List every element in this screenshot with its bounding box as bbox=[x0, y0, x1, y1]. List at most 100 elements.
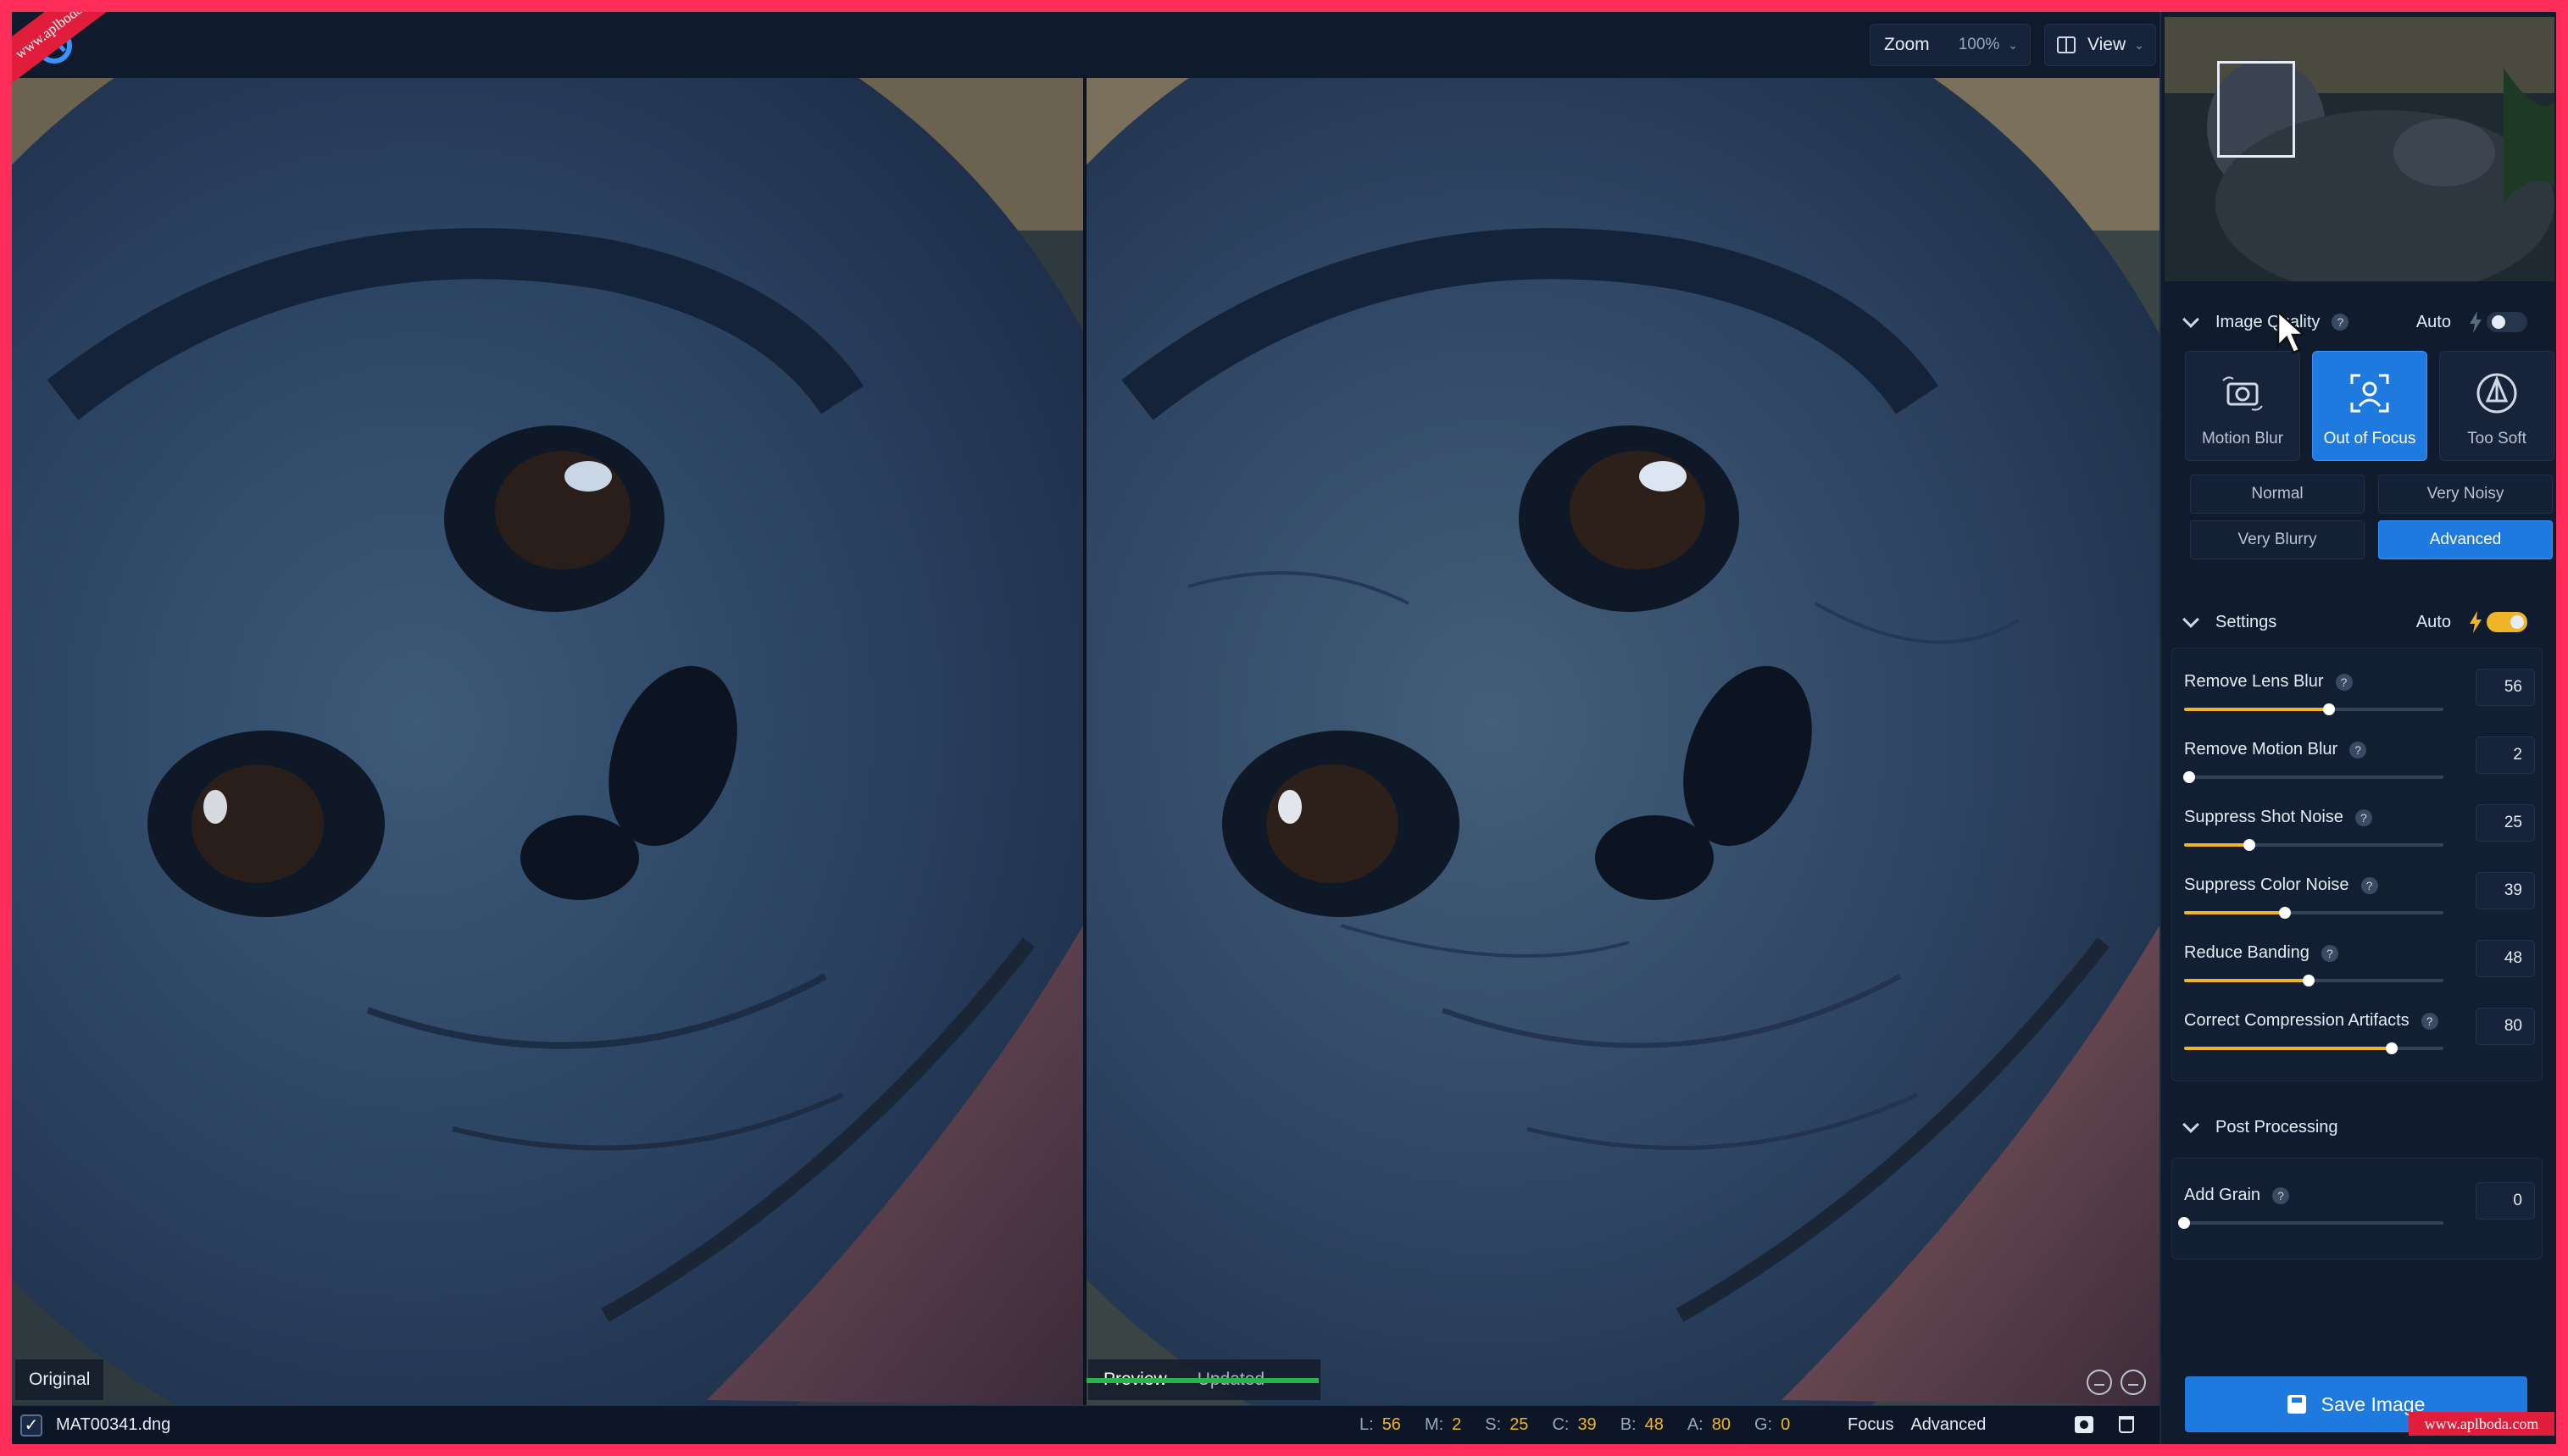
slider-track[interactable] bbox=[2184, 1042, 2443, 1054]
camera-shake-icon bbox=[2222, 376, 2263, 411]
option-very-blurry[interactable]: Very Blurry bbox=[2190, 520, 2365, 559]
slider-label: Correct Compression Artifacts? bbox=[2184, 1011, 2438, 1031]
help-icon[interactable]: ? bbox=[2272, 1187, 2290, 1204]
help-icon[interactable]: ? bbox=[2335, 674, 2353, 691]
help-icon[interactable]: ? bbox=[2321, 945, 2338, 962]
slider-value-input[interactable]: 2 bbox=[2476, 736, 2535, 774]
stat-motion-blur: M: 2 bbox=[1424, 1415, 1462, 1434]
slider-handle[interactable] bbox=[2183, 771, 2196, 783]
slider-track[interactable] bbox=[2183, 771, 2443, 783]
post-processing-header[interactable]: Post Processing bbox=[2182, 1110, 2537, 1144]
mode-label: Out of Focus bbox=[2323, 430, 2416, 447]
slider-label: Reduce Banding? bbox=[2184, 943, 2338, 963]
image-quality-auto: Auto bbox=[2416, 311, 2527, 333]
app-window: www.aplboda.com Zoom 100% ⌄ View ⌄ Origi… bbox=[12, 12, 2556, 1444]
camera-icon[interactable] bbox=[2075, 1416, 2093, 1433]
face-neutral-icon[interactable] bbox=[2121, 1370, 2146, 1395]
help-icon[interactable]: ? bbox=[2354, 809, 2372, 826]
help-icon[interactable]: ? bbox=[2349, 742, 2367, 759]
slider-handle[interactable] bbox=[2302, 975, 2315, 986]
settings-title: Settings bbox=[2215, 612, 2277, 631]
slider-remove-motion-blur[interactable]: Remove Motion Blur? 2 bbox=[2183, 736, 2540, 796]
chevron-down-icon: ⌄ bbox=[2134, 37, 2144, 52]
original-image-pane[interactable]: Original bbox=[12, 78, 1083, 1405]
slider-track[interactable] bbox=[2184, 907, 2443, 919]
split-view-icon bbox=[2057, 36, 2076, 53]
slider-track[interactable] bbox=[2184, 703, 2443, 715]
auto-label: Auto bbox=[2415, 612, 2451, 631]
slider-value-input[interactable]: 56 bbox=[2476, 669, 2535, 706]
original-label: Original bbox=[15, 1359, 104, 1400]
slider-handle[interactable] bbox=[2178, 1217, 2190, 1229]
slider-suppress-color-noise[interactable]: Suppress Color Noise? 39 bbox=[2184, 872, 2540, 931]
top-toolbar: www.aplboda.com Zoom 100% ⌄ View ⌄ bbox=[12, 12, 2159, 90]
mode-label: Too Soft bbox=[2467, 430, 2526, 447]
help-icon[interactable]: ? bbox=[2360, 877, 2378, 894]
option-very-noisy[interactable]: Very Noisy bbox=[2378, 475, 2553, 514]
auto-label: Auto bbox=[2415, 312, 2451, 331]
settings-header[interactable]: Settings Auto bbox=[2182, 605, 2537, 639]
help-icon[interactable]: ? bbox=[2332, 314, 2349, 331]
stat-artifacts: A: 80 bbox=[1687, 1415, 1731, 1434]
settings-card: Remove Lens Blur? 56 Remove Motion Blur?… bbox=[2171, 647, 2543, 1081]
image-quality-header[interactable]: Image Quality ? Auto bbox=[2182, 305, 2537, 339]
slider-track[interactable] bbox=[2178, 1217, 2443, 1229]
preview-active-indicator bbox=[1087, 1378, 1319, 1383]
stat-banding: B: 48 bbox=[1620, 1415, 1664, 1434]
settings-summary: L: 56 M: 2 S: 25 C: 39 B: 48 A: 80 G: 0 bbox=[1359, 1415, 1790, 1435]
slider-correct-compression-artifacts[interactable]: Correct Compression Artifacts? 80 bbox=[2184, 1008, 2540, 1067]
navigator-thumbnail[interactable] bbox=[2165, 17, 2554, 281]
option-normal[interactable]: Normal bbox=[2190, 475, 2365, 514]
slider-remove-lens-blur[interactable]: Remove Lens Blur? 56 bbox=[2184, 669, 2540, 728]
help-icon[interactable]: ? bbox=[2421, 1013, 2438, 1030]
face-smile-icon[interactable] bbox=[2087, 1370, 2112, 1395]
face-detection-controls bbox=[2087, 1370, 2146, 1395]
mouse-cursor-icon bbox=[2276, 310, 2305, 354]
slider-label: Remove Motion Blur? bbox=[2184, 740, 2367, 759]
slider-value-input[interactable]: 80 bbox=[2476, 1008, 2535, 1045]
save-disk-icon bbox=[2287, 1395, 2306, 1414]
slider-label: Suppress Shot Noise? bbox=[2184, 808, 2372, 827]
mode-label: Motion Blur bbox=[2201, 430, 2284, 447]
slider-handle[interactable] bbox=[2385, 1042, 2398, 1054]
slider-value-input[interactable]: 25 bbox=[2476, 804, 2535, 842]
slider-value-input[interactable]: 0 bbox=[2476, 1182, 2535, 1220]
image-quality-auto-toggle[interactable] bbox=[2487, 312, 2527, 332]
trash-icon[interactable] bbox=[2119, 1416, 2134, 1433]
slider-handle[interactable] bbox=[2243, 839, 2255, 851]
slider-label: Suppress Color Noise? bbox=[2184, 875, 2378, 895]
original-photo bbox=[12, 78, 1083, 1405]
zoom-dropdown[interactable]: Zoom 100% ⌄ bbox=[1870, 24, 2031, 66]
slider-track[interactable] bbox=[2184, 839, 2443, 851]
mode-motion-blur-button[interactable]: Motion Blur bbox=[2185, 351, 2300, 461]
preview-image-pane[interactable]: Preview Updated bbox=[1087, 78, 2159, 1405]
stat-grain: G: 0 bbox=[1754, 1415, 1791, 1434]
slider-handle[interactable] bbox=[2279, 907, 2292, 919]
watermark-bottom: www.aplboda.com bbox=[2409, 1412, 2554, 1436]
settings-auto-toggle[interactable] bbox=[2487, 612, 2527, 632]
chevron-down-icon: ⌄ bbox=[2008, 37, 2019, 52]
mode-too-soft-button[interactable]: Too Soft bbox=[2439, 351, 2554, 461]
slider-handle[interactable] bbox=[2323, 703, 2336, 715]
mode-out-of-focus-button[interactable]: Out of Focus bbox=[2312, 351, 2427, 461]
post-processing-card: Add Grain? 0 bbox=[2171, 1158, 2543, 1259]
slider-value-input[interactable]: 39 bbox=[2476, 872, 2535, 909]
file-checkbox[interactable]: ✓ bbox=[20, 1414, 42, 1437]
bolt-icon bbox=[2470, 611, 2482, 633]
slider-label: Remove Lens Blur? bbox=[2184, 672, 2353, 692]
slider-label: Add Grain? bbox=[2184, 1186, 2290, 1205]
slider-value-input[interactable]: 48 bbox=[2476, 940, 2535, 977]
option-advanced[interactable]: Advanced bbox=[2378, 520, 2553, 559]
slider-track[interactable] bbox=[2184, 975, 2443, 986]
viewport-frame[interactable] bbox=[2217, 61, 2295, 158]
chevron-down-icon bbox=[2182, 1116, 2199, 1133]
slider-suppress-shot-noise[interactable]: Suppress Shot Noise? 25 bbox=[2184, 804, 2540, 864]
mode-level: Advanced bbox=[1910, 1415, 1987, 1434]
mode-info: Focus Advanced bbox=[1848, 1415, 1986, 1435]
view-dropdown[interactable]: View ⌄ bbox=[2044, 24, 2156, 66]
settings-auto: Auto bbox=[2416, 611, 2527, 633]
chevron-down-icon bbox=[2182, 311, 2199, 328]
slider-reduce-banding[interactable]: Reduce Banding? 48 bbox=[2184, 940, 2540, 999]
slider-add-grain[interactable]: Add Grain? 0 bbox=[2178, 1182, 2540, 1242]
chevron-down-icon bbox=[2182, 611, 2199, 628]
